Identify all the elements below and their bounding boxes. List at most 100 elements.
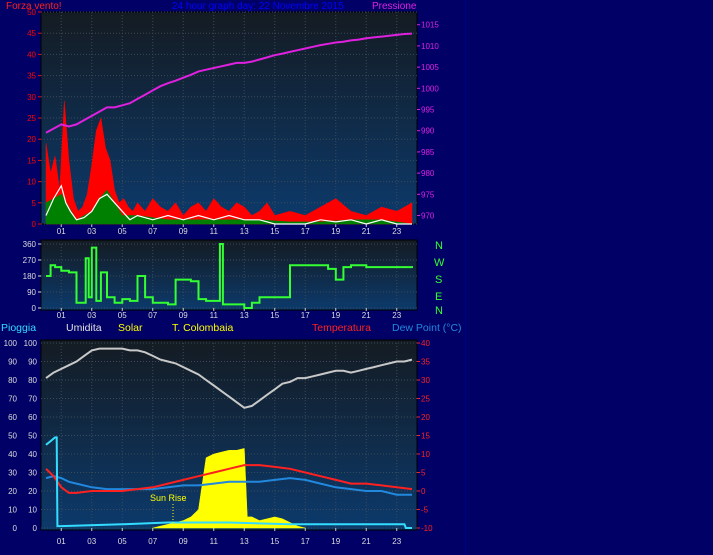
right-blank-area (465, 0, 713, 555)
left-y-tick-label: 10 (27, 178, 36, 187)
x-tick-label: 19 (331, 311, 340, 320)
left-y-tick-label: 45 (27, 29, 36, 38)
humidity-legend: Umidita (66, 322, 102, 334)
x-tick-label: 23 (392, 537, 401, 546)
x-tick-label: 09 (179, 537, 188, 546)
x-tick-label: 07 (148, 227, 157, 236)
left-y-tick-label: 90 (27, 288, 36, 297)
right-y-tick-label: 990 (421, 127, 435, 136)
sun-rise-annotation: Sun Rise (150, 493, 187, 503)
x-tick-label: 19 (331, 227, 340, 236)
x-tick-label: 03 (87, 537, 96, 546)
humidity-y-tick-label: 40 (28, 450, 37, 459)
right-y-tick-label: 1000 (421, 84, 439, 93)
rain-y-tick-label: 70 (8, 395, 17, 404)
right-y-tick-label: 995 (421, 106, 435, 115)
rain-y-tick-label: 80 (8, 376, 17, 385)
direction-letter-s: S (435, 274, 442, 286)
pressure-axis-title: Pressione (372, 1, 417, 12)
left-y-tick-label: 15 (27, 156, 36, 165)
humidity-y-tick-label: 100 (24, 339, 38, 348)
x-tick-label: 17 (301, 311, 310, 320)
humidity-y-tick-label: 0 (33, 524, 38, 533)
rain-y-tick-label: 90 (8, 358, 17, 367)
rain-legend: Pioggia (1, 322, 36, 334)
left-y-tick-label: 40 (27, 50, 36, 59)
x-tick-label: 23 (392, 227, 401, 236)
rain-y-tick-label: 40 (8, 450, 17, 459)
left-y-tick-label: 360 (23, 240, 37, 249)
right-y-tick-label: 25 (421, 395, 430, 404)
weather-graphs: Forza vento! 24 hour graph day: 22 Novem… (1, 1, 462, 546)
right-y-tick-label: 5 (421, 469, 426, 478)
x-tick-label: 13 (240, 227, 249, 236)
humidity-y-tick-label: 30 (28, 469, 37, 478)
right-y-tick-label: 35 (421, 358, 430, 367)
weather-graph-window: Forza vento! 24 hour graph day: 22 Novem… (0, 0, 713, 555)
left-y-tick-label: 5 (32, 199, 37, 208)
right-y-tick-label: 15 (421, 432, 430, 441)
right-y-tick-label: 0 (421, 487, 426, 496)
direction-plot-area (40, 239, 418, 311)
x-tick-label: 21 (362, 311, 371, 320)
right-y-tick-label: 30 (421, 376, 430, 385)
left-y-tick-label: 30 (27, 93, 36, 102)
x-tick-label: 05 (118, 227, 127, 236)
right-y-tick-label: -5 (421, 506, 429, 515)
x-tick-label: 09 (179, 311, 188, 320)
right-y-tick-label: 1005 (421, 63, 439, 72)
x-tick-label: 11 (210, 311, 219, 320)
x-tick-label: 15 (270, 311, 279, 320)
left-y-tick-label: 0 (32, 304, 37, 313)
direction-letters: N W S E N (434, 240, 445, 317)
direction-letter-n-top: N (435, 240, 443, 252)
solar-legend: Solar (118, 322, 143, 334)
left-y-tick-label: 20 (27, 135, 36, 144)
x-tick-label: 05 (118, 537, 127, 546)
x-tick-label: 07 (148, 311, 157, 320)
direction-letter-e: E (435, 291, 442, 303)
dew-point-legend: Dew Point (°C) (392, 322, 462, 334)
x-tick-label: 23 (392, 311, 401, 320)
right-y-tick-label: 40 (421, 339, 430, 348)
chart-title: 24 hour graph day: 22 Novembre 2015 (172, 1, 344, 12)
direction-letter-w: W (434, 257, 445, 269)
x-tick-label: 03 (87, 227, 96, 236)
rain-y-tick-label: 0 (13, 524, 18, 533)
station-name: T. Colombaia (172, 322, 233, 334)
humidity-y-tick-label: 90 (28, 358, 37, 367)
temperature-legend: Temperatura (312, 322, 371, 334)
left-y-tick-label: 35 (27, 72, 36, 81)
right-y-tick-label: 970 (421, 212, 435, 221)
x-tick-label: 11 (210, 227, 219, 236)
left-y-tick-label: 270 (23, 256, 37, 265)
right-y-tick-label: 1015 (421, 21, 439, 30)
x-tick-label: 01 (57, 227, 66, 236)
x-tick-label: 01 (57, 311, 66, 320)
x-tick-label: 19 (331, 537, 340, 546)
x-tick-label: 07 (148, 537, 157, 546)
x-tick-label: 21 (362, 537, 371, 546)
x-tick-label: 09 (179, 227, 188, 236)
left-y-tick-label: 25 (27, 114, 36, 123)
rain-y-tick-label: 30 (8, 469, 17, 478)
right-y-tick-label: 20 (421, 413, 430, 422)
x-tick-label: 17 (301, 537, 310, 546)
right-y-tick-label: 985 (421, 148, 435, 157)
humidity-y-tick-label: 60 (28, 413, 37, 422)
rain-y-tick-label: 20 (8, 487, 17, 496)
rain-y-tick-label: 100 (4, 339, 18, 348)
humidity-y-tick-label: 20 (28, 487, 37, 496)
humidity-y-tick-label: 70 (28, 395, 37, 404)
humidity-y-tick-label: 50 (28, 432, 37, 441)
right-y-tick-label: 10 (421, 450, 430, 459)
rain-y-tick-label: 50 (8, 432, 17, 441)
right-y-tick-label: 975 (421, 190, 435, 199)
x-tick-label: 21 (362, 227, 371, 236)
rain-y-tick-label: 60 (8, 413, 17, 422)
right-y-tick-label: 980 (421, 169, 435, 178)
direction-letter-n-bottom: N (435, 305, 443, 317)
right-y-tick-label: 1010 (421, 42, 439, 51)
rain-y-tick-label: 10 (8, 506, 17, 515)
x-tick-label: 17 (301, 227, 310, 236)
